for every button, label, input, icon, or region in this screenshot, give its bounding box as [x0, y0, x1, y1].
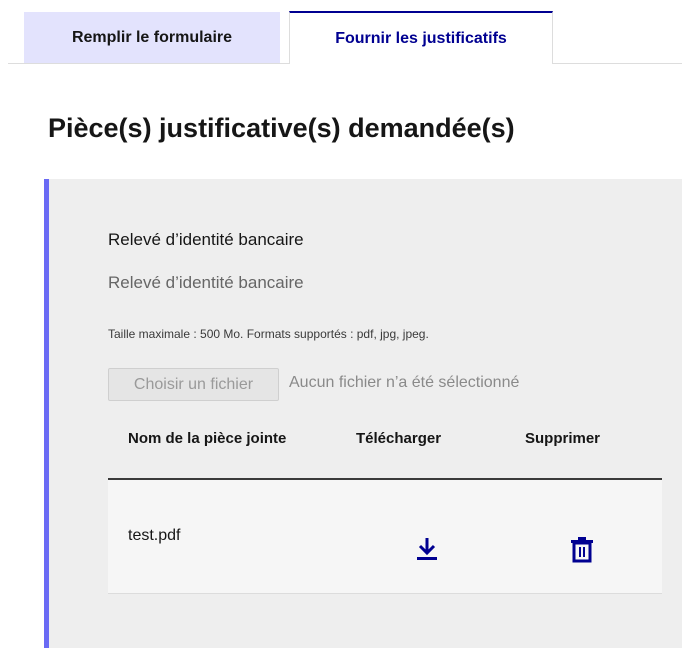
trash-icon[interactable]	[570, 536, 594, 564]
attachment-file-name: test.pdf	[128, 527, 181, 544]
file-size-hint: Taille maximale : 500 Mo. Formats suppor…	[108, 327, 429, 341]
tab-bar: Remplir le formulaire Fournir les justif…	[0, 0, 682, 64]
document-hint: Relevé d’identité bancaire	[108, 273, 304, 292]
page-title: Pièce(s) justificative(s) demandée(s)	[48, 113, 515, 143]
tab-fournir-justificatifs[interactable]: Fournir les justificatifs	[289, 11, 553, 64]
column-header-download: Télécharger	[356, 430, 442, 447]
column-header-file-name: Nom de la pièce jointe	[128, 430, 287, 447]
tab-label: Fournir les justificatifs	[335, 29, 507, 47]
tab-remplir-formulaire[interactable]: Remplir le formulaire	[24, 12, 280, 63]
choose-file-button[interactable]: Choisir un fichier	[108, 368, 279, 401]
tab-label: Remplir le formulaire	[71, 28, 233, 46]
column-header-delete: Supprimer	[525, 430, 601, 447]
document-label: Relevé d’identité bancaire	[108, 230, 304, 249]
file-status-text: Aucun fichier n’a été sélectionné	[289, 374, 520, 391]
download-icon[interactable]	[415, 535, 439, 563]
